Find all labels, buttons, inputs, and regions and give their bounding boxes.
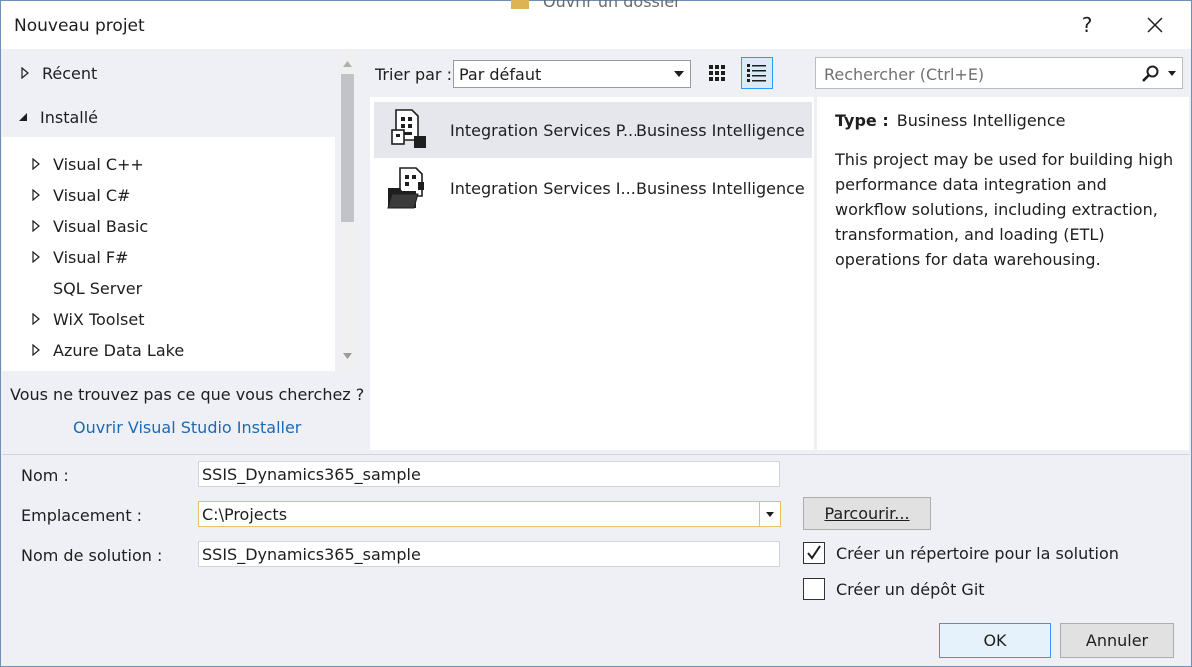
search-options-chevron-icon[interactable] — [1168, 71, 1176, 76]
cancel-button[interactable]: Annuler — [1060, 623, 1174, 658]
sort-value: Par défaut — [459, 65, 542, 84]
location-combobox[interactable]: C:\Projects — [198, 501, 781, 527]
tree-item-visual-f[interactable]: Visual F# — [2, 243, 362, 271]
not-found-text: Vous ne trouvez pas ce que vous cherchez… — [10, 385, 365, 404]
collapse-arrow-icon — [16, 110, 30, 124]
solution-name-label: Nom de solution : — [21, 546, 163, 565]
scroll-up-icon[interactable] — [341, 56, 354, 70]
folder-icon — [511, 0, 529, 9]
background-window-text: Ouvrir un dossier — [543, 0, 681, 11]
solution-name-field-value: SSIS_Dynamics365_sample — [202, 545, 421, 564]
expand-arrow-icon — [29, 188, 43, 202]
tree-item-sql-server[interactable]: SQL Server — [2, 274, 362, 302]
ssis-project-icon — [391, 109, 426, 148]
scroll-thumb[interactable] — [341, 74, 354, 222]
chevron-down-icon[interactable] — [759, 502, 780, 526]
tree-item-label: Visual C# — [53, 185, 131, 205]
small-icons-view-button[interactable] — [705, 60, 733, 88]
close-icon — [1147, 17, 1163, 33]
tree-item-label: Visual Basic — [53, 216, 149, 236]
list-view-button[interactable] — [741, 57, 773, 89]
open-installer-link[interactable]: Ouvrir Visual Studio Installer — [73, 418, 301, 437]
expand-arrow-icon — [29, 219, 43, 233]
name-label: Nom : — [21, 466, 69, 485]
create-directory-checkbox[interactable] — [803, 542, 825, 564]
tree-item-visual-c[interactable]: Visual C++ — [2, 150, 362, 178]
sort-dropdown[interactable]: Par défaut — [453, 60, 691, 88]
create-directory-option[interactable]: Créer un répertoire pour la solution — [803, 542, 1119, 564]
type-value: Business Intelligence — [896, 111, 1066, 130]
tree-item-visual-c[interactable]: Visual C# — [2, 181, 362, 209]
browse-button[interactable]: Parcourir... — [803, 497, 931, 530]
expand-arrow-icon — [29, 157, 43, 171]
create-git-checkbox[interactable] — [803, 578, 825, 600]
sort-label: Trier par : — [375, 65, 452, 84]
expand-arrow-icon — [29, 343, 43, 357]
template-item[interactable]: Integration Services I... Business Intel… — [374, 160, 812, 216]
small-icons-grid-icon — [709, 65, 725, 81]
type-label: Type : — [835, 111, 889, 130]
tree-item-label: WiX Toolset — [53, 309, 145, 329]
create-directory-label: Créer un répertoire pour la solution — [836, 543, 1119, 563]
template-list: Integration Services P... Business Intel… — [370, 97, 814, 450]
expand-arrow-icon — [29, 312, 43, 326]
solution-name-field[interactable]: SSIS_Dynamics365_sample — [198, 541, 780, 567]
template-item[interactable]: Integration Services P... Business Intel… — [374, 102, 812, 158]
template-category: Business Intelligence — [636, 120, 805, 140]
create-git-option[interactable]: Créer un dépôt Git — [803, 578, 985, 600]
tree-item-label: Visual F# — [53, 247, 129, 267]
expand-arrow-icon — [29, 250, 43, 264]
new-project-dialog: Ouvrir un dossier Nouveau projet ? Récen… — [0, 0, 1192, 667]
search-box[interactable] — [815, 57, 1183, 89]
tree-item-label: Visual C++ — [53, 154, 144, 174]
template-name: Integration Services P... — [450, 120, 636, 140]
ok-button[interactable]: OK — [939, 623, 1051, 658]
tree-scrollbar[interactable] — [338, 52, 357, 370]
template-description: This project may be used for building hi… — [835, 150, 1174, 269]
template-tree: Récent Installé Visual C++ Visual C# Visua… — [2, 49, 335, 371]
search-icon[interactable] — [1141, 64, 1161, 88]
ssis-import-project-icon — [387, 167, 424, 209]
location-label: Emplacement : — [21, 506, 143, 525]
background-window-fragment: Ouvrir un dossier — [511, 0, 681, 11]
title-bar: Ouvrir un dossier Nouveau projet ? — [1, 0, 1191, 49]
name-field-value: SSIS_Dynamics365_sample — [202, 465, 421, 484]
name-field[interactable]: SSIS_Dynamics365_sample — [198, 461, 780, 487]
tree-item-recent[interactable]: Récent — [2, 59, 351, 87]
list-view-icon — [747, 64, 766, 82]
tree-item-azure-data-lake[interactable]: Azure Data Lake — [2, 336, 362, 364]
template-name: Integration Services I... — [450, 178, 636, 198]
tree-item-installed[interactable]: Installé — [2, 103, 349, 131]
expand-arrow-icon — [18, 66, 32, 80]
type-line: Type : Business Intelligence — [835, 111, 1065, 130]
tree-item-label: SQL Server — [53, 278, 143, 298]
chevron-down-icon — [674, 71, 684, 77]
create-git-label: Créer un dépôt Git — [836, 579, 985, 599]
template-category: Business Intelligence — [636, 178, 805, 198]
tree-item-visual-basic[interactable]: Visual Basic — [2, 212, 362, 240]
tree-item-wix-toolset[interactable]: WiX Toolset — [2, 305, 362, 333]
help-button[interactable]: ? — [1075, 13, 1099, 39]
scroll-down-icon[interactable] — [341, 348, 354, 362]
dialog-title: Nouveau projet — [14, 16, 145, 36]
tree-item-label: Récent — [42, 63, 98, 83]
close-button[interactable] — [1141, 10, 1169, 40]
checkmark-icon — [807, 545, 821, 560]
search-input[interactable] — [822, 62, 1136, 86]
location-field-value: C:\Projects — [202, 505, 288, 524]
template-details: Type : Business Intelligence This project… — [817, 97, 1189, 450]
tree-item-label: Installé — [40, 107, 99, 127]
divider — [2, 454, 1190, 455]
tree-item-label: Azure Data Lake — [53, 340, 185, 360]
